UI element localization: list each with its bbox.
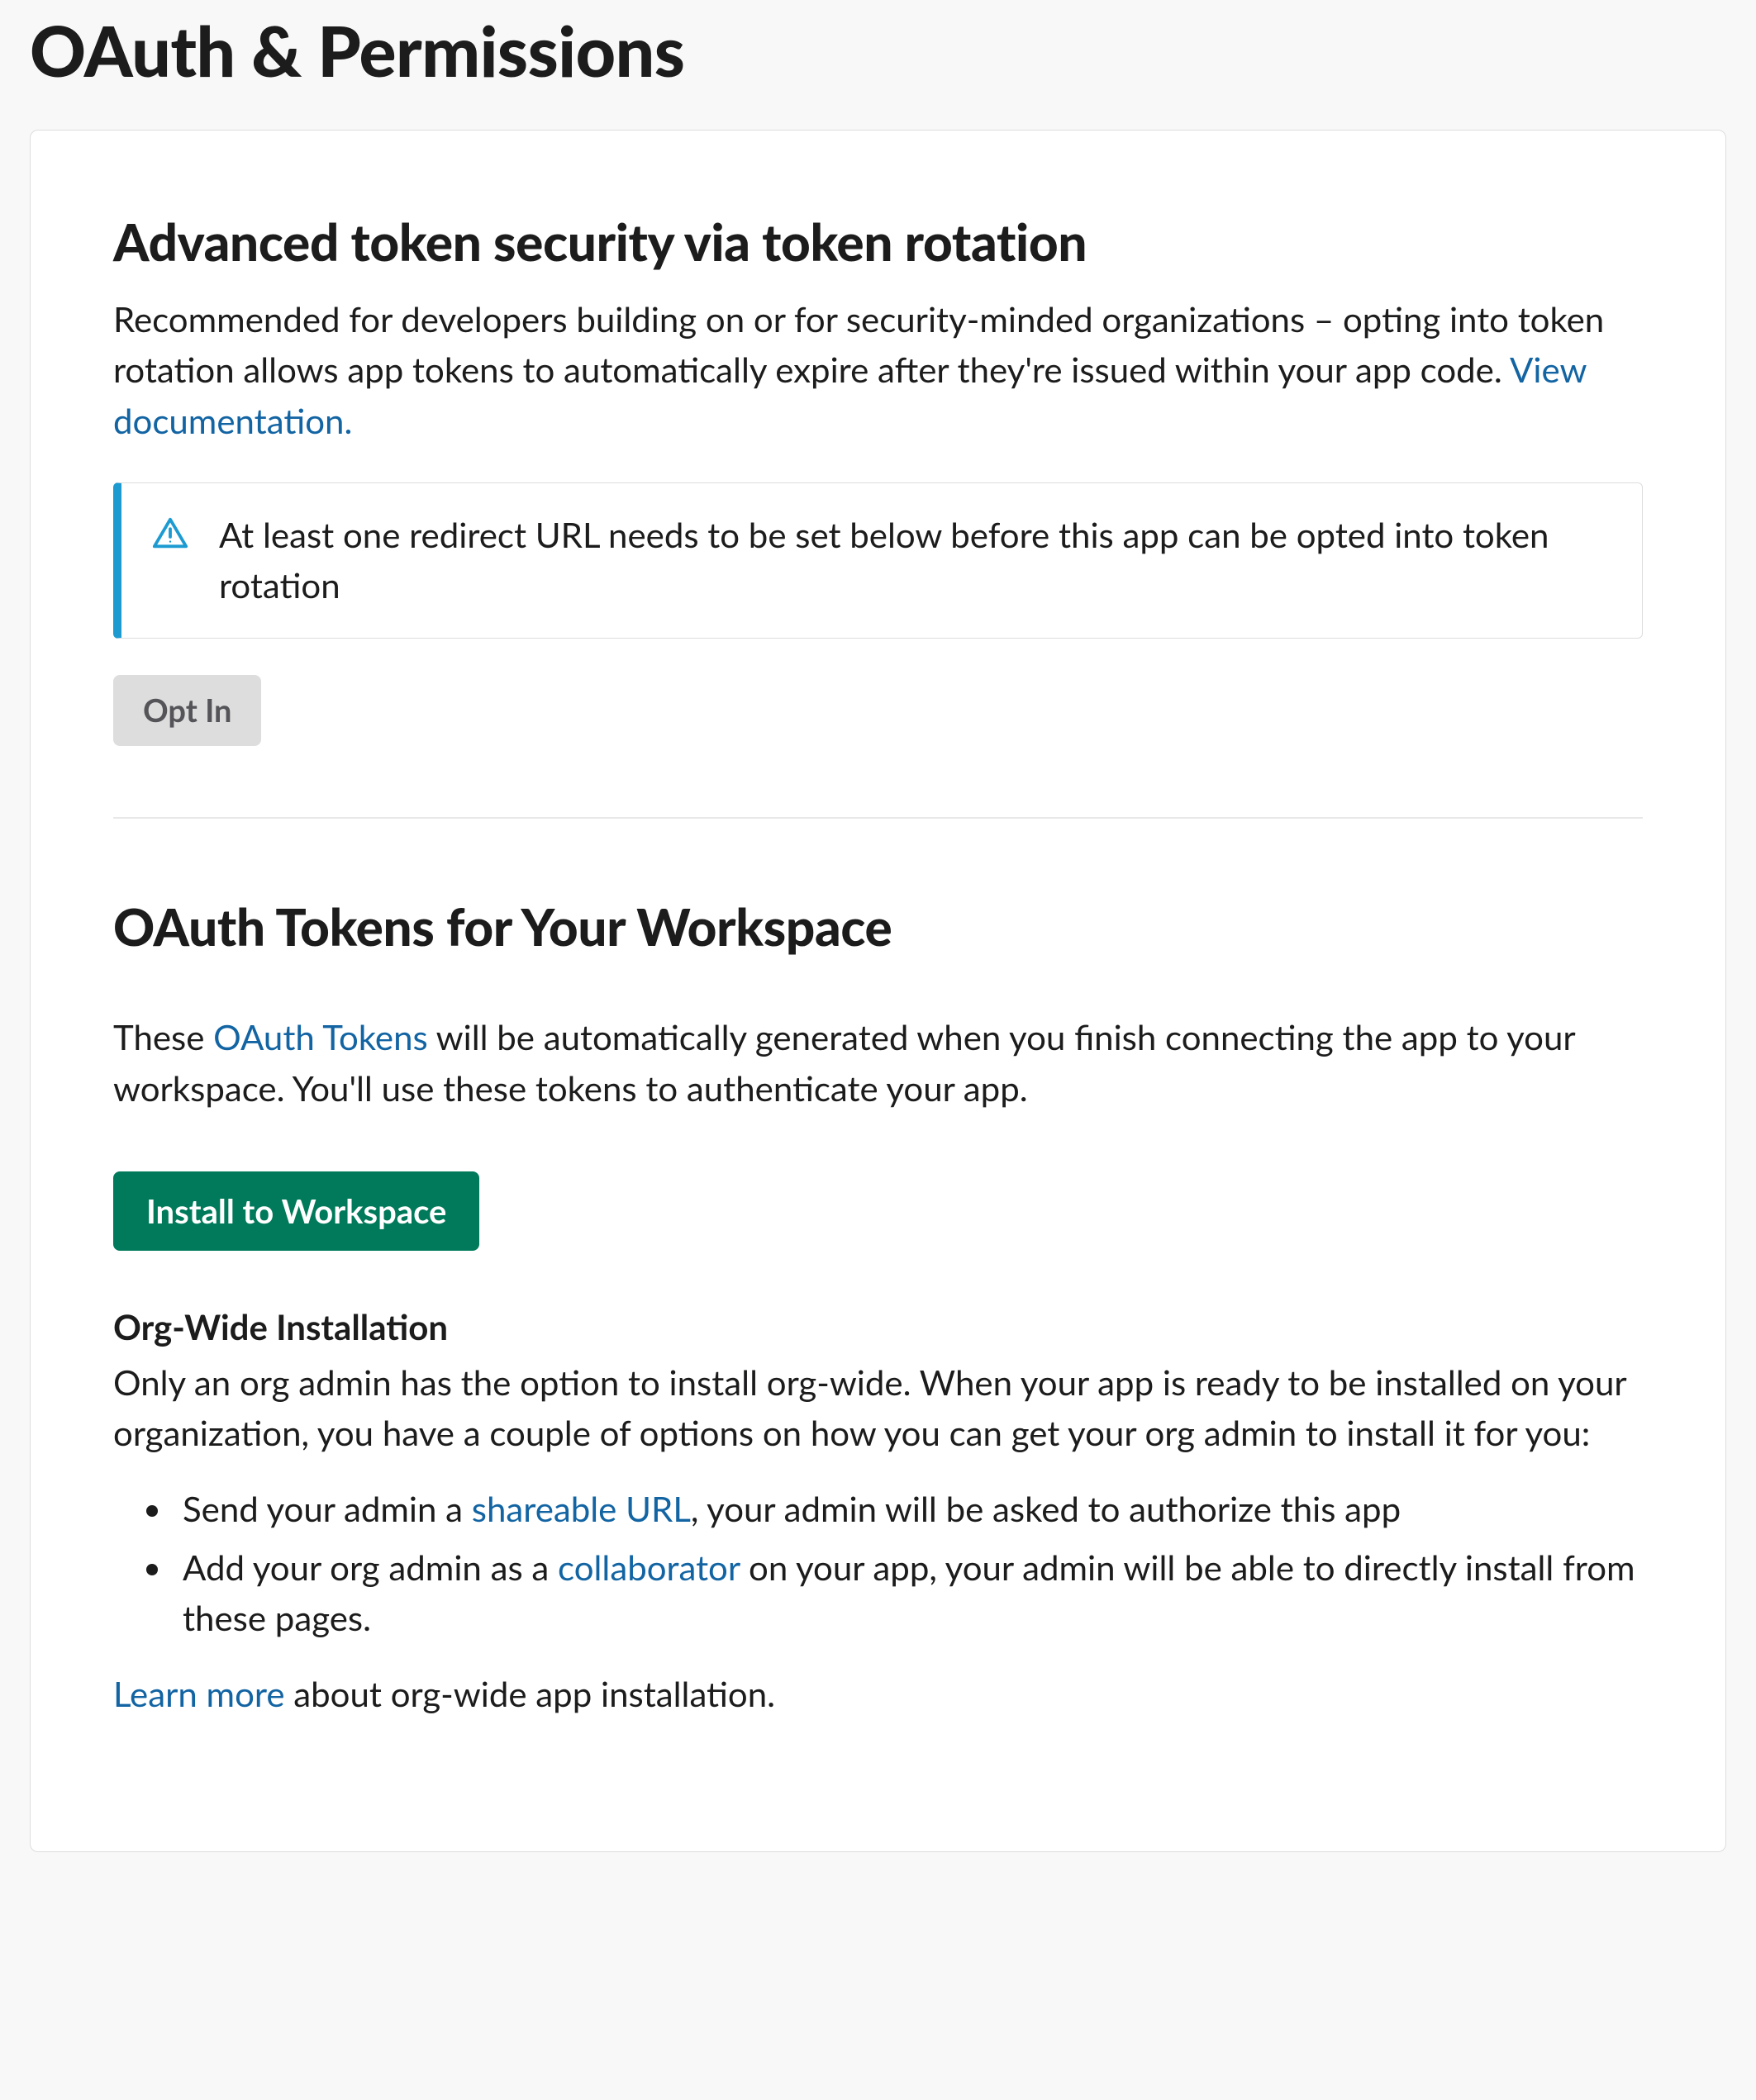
token-rotation-desc-text: Recommended for developers building on o… bbox=[113, 298, 1604, 390]
oauth-tokens-heading: OAuth Tokens for Your Workspace bbox=[113, 890, 1643, 965]
bullet1-post: , your admin will be asked to authorize … bbox=[691, 1488, 1401, 1529]
warning-triangle-icon bbox=[151, 515, 189, 553]
org-wide-desc: Only an org admin has the option to inst… bbox=[113, 1357, 1643, 1459]
token-rotation-desc: Recommended for developers building on o… bbox=[113, 294, 1643, 446]
org-wide-options-list: Send your admin a shareable URL, your ad… bbox=[113, 1484, 1643, 1644]
section-divider bbox=[113, 817, 1643, 819]
collaborator-link[interactable]: collaborator bbox=[558, 1546, 740, 1588]
bullet1-pre: Send your admin a bbox=[183, 1488, 472, 1529]
main-card: Advanced token security via token rotati… bbox=[30, 130, 1726, 1852]
list-item: Send your admin a shareable URL, your ad… bbox=[174, 1484, 1643, 1534]
desc-pre: These bbox=[113, 1016, 213, 1057]
alert-text: At least one redirect URL needs to be se… bbox=[219, 510, 1606, 611]
shareable-url-link[interactable]: shareable URL bbox=[472, 1488, 691, 1529]
list-item: Add your org admin as a collaborator on … bbox=[174, 1542, 1643, 1644]
oauth-tokens-desc: These OAuth Tokens will be automatically… bbox=[113, 1012, 1643, 1114]
token-rotation-heading: Advanced token security via token rotati… bbox=[113, 205, 1643, 280]
bullet2-pre: Add your org admin as a bbox=[183, 1546, 558, 1588]
page-root: OAuth & Permissions Advanced token secur… bbox=[0, 0, 1756, 1902]
org-wide-heading: Org-Wide Installation bbox=[113, 1302, 1643, 1352]
learn-more-line: Learn more about org-wide app installati… bbox=[113, 1669, 1643, 1719]
learn-more-post: about org-wide app installation. bbox=[285, 1673, 776, 1714]
opt-in-button[interactable]: Opt In bbox=[113, 675, 261, 746]
redirect-url-alert: At least one redirect URL needs to be se… bbox=[113, 482, 1643, 639]
oauth-tokens-link[interactable]: OAuth Tokens bbox=[213, 1016, 428, 1057]
learn-more-link[interactable]: Learn more bbox=[113, 1673, 285, 1714]
page-title: OAuth & Permissions bbox=[30, 0, 1726, 102]
install-to-workspace-button[interactable]: Install to Workspace bbox=[113, 1171, 479, 1251]
